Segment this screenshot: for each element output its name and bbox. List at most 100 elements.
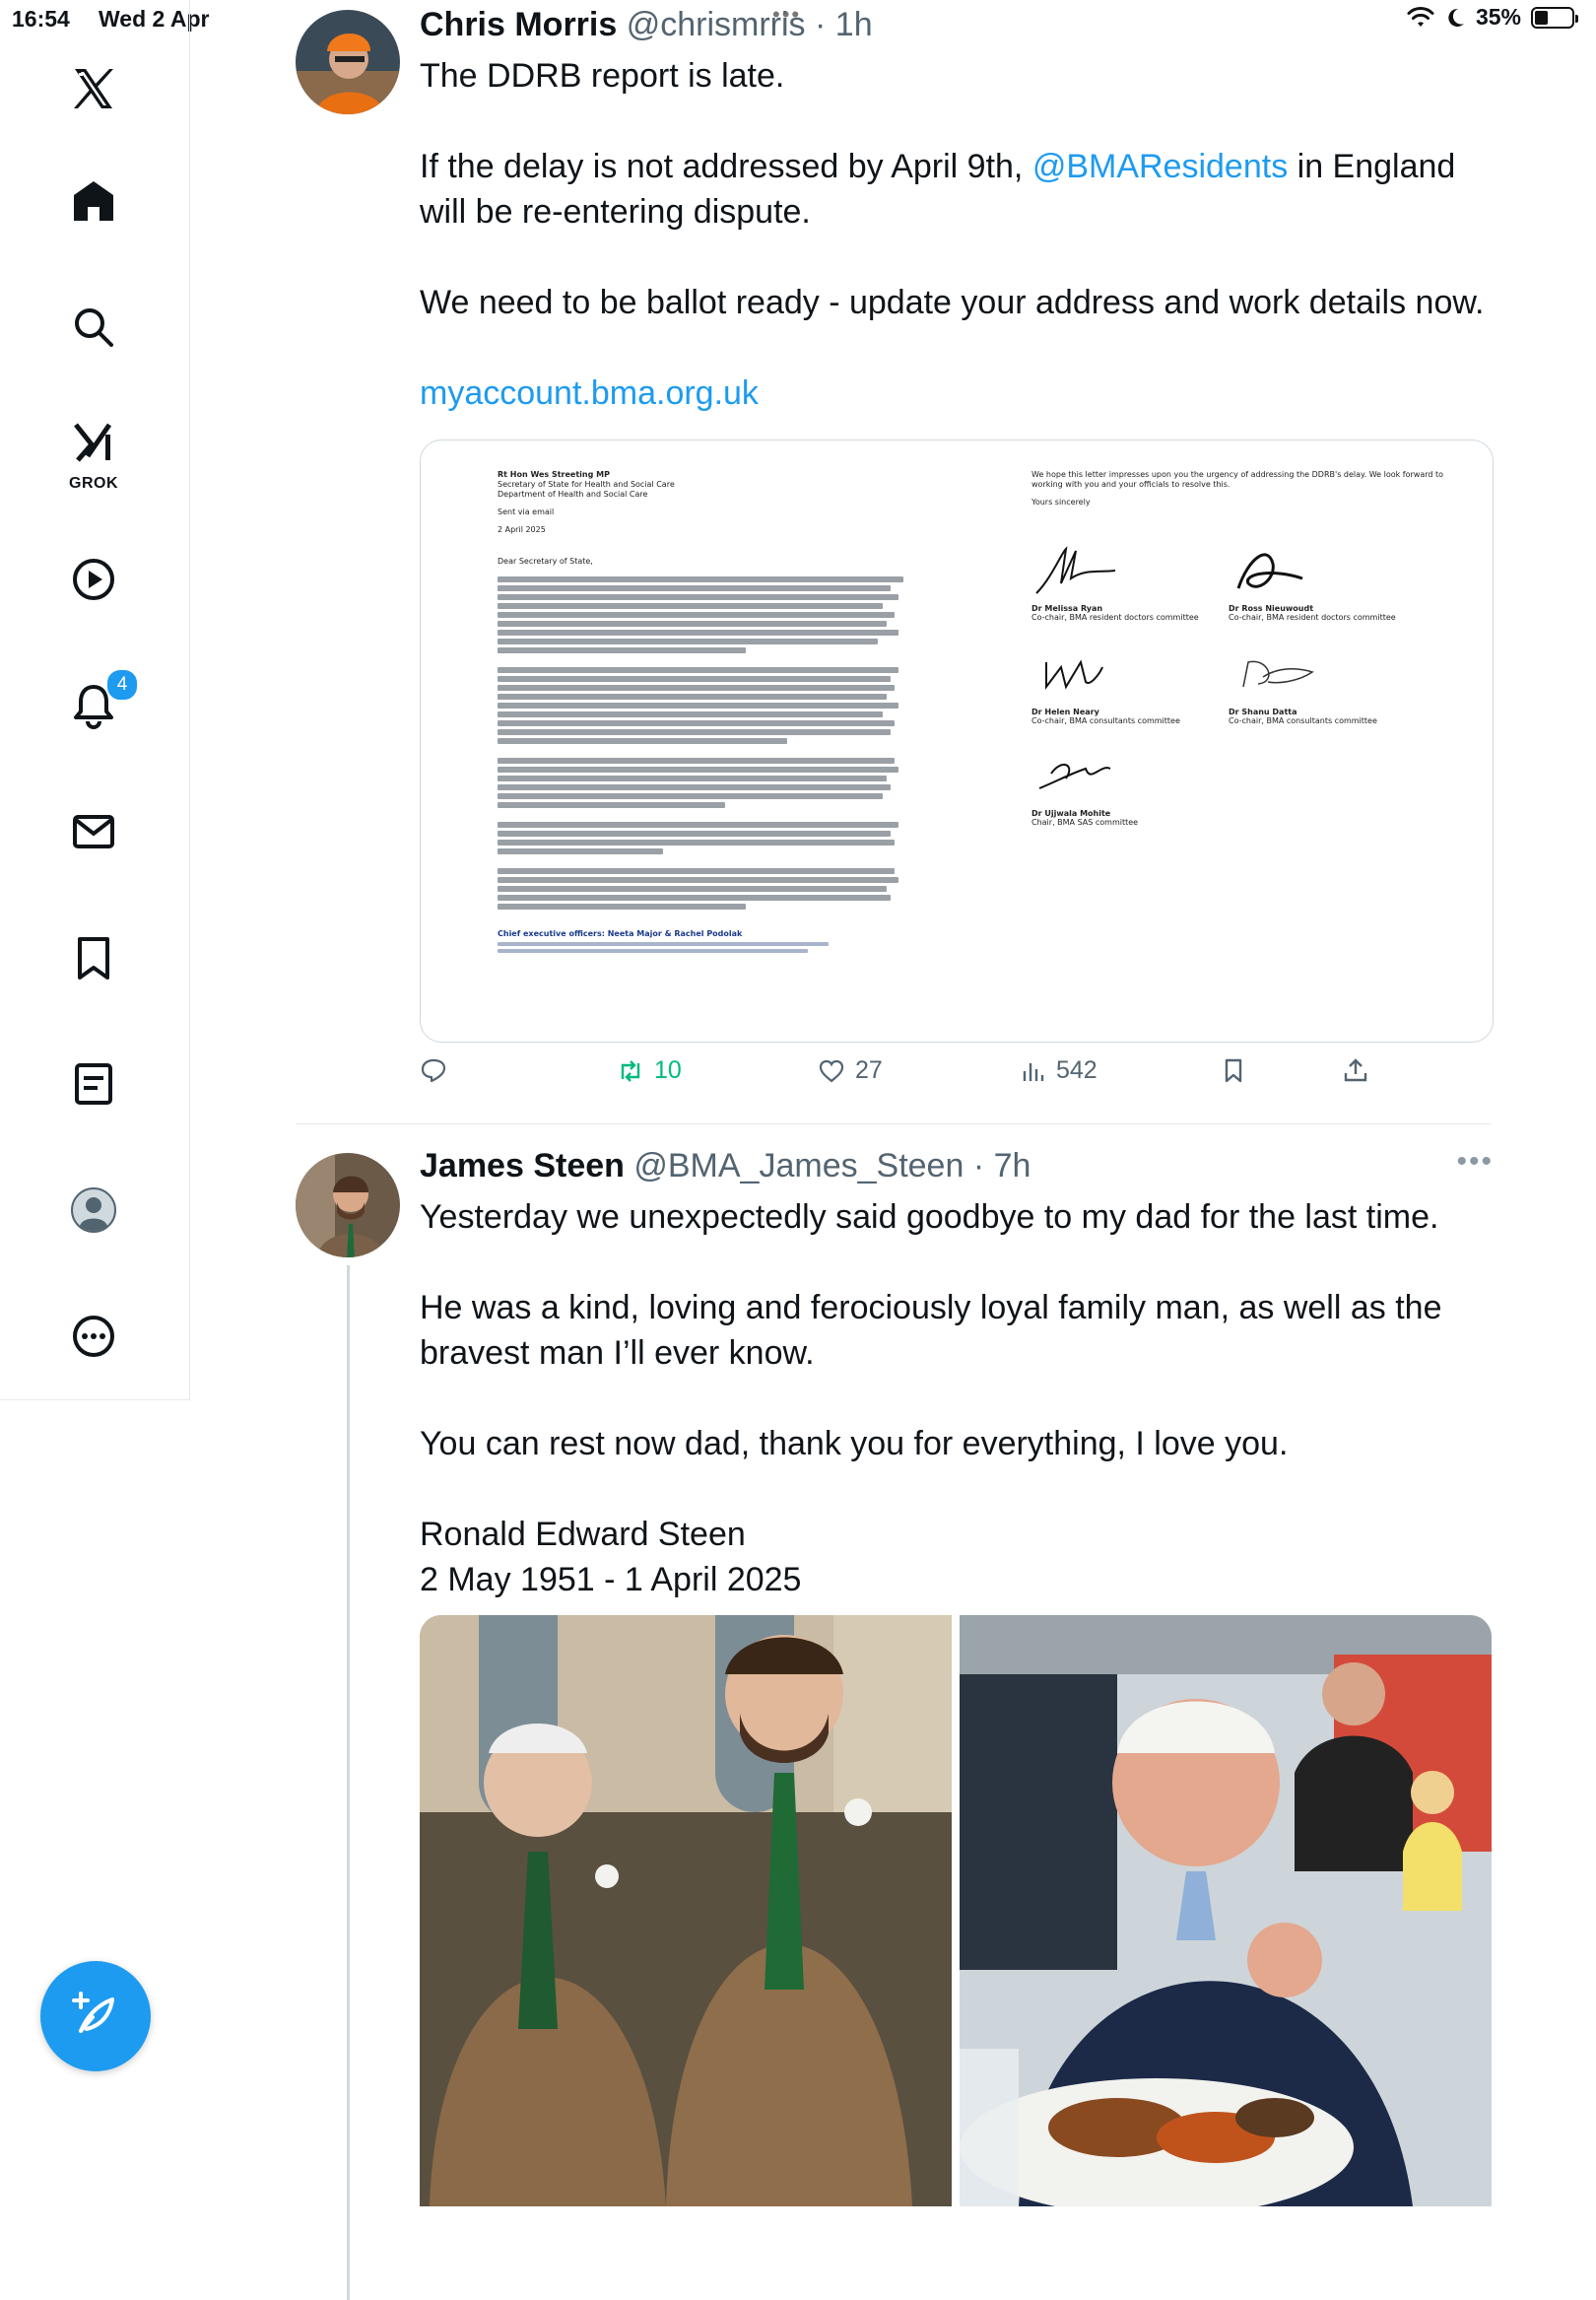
views-icon [1023,1062,1044,1081]
compose-icon [72,1992,114,2033]
signature-image [1242,660,1314,688]
reply-button[interactable] [420,1056,457,1084]
thread-line [347,1265,350,2300]
bookmark-button[interactable] [1220,1056,1247,1084]
sidebar-item-messages[interactable] [54,792,133,871]
x-logo[interactable] [54,49,133,128]
retweet-icon [621,1059,640,1082]
reply-icon [421,1058,446,1083]
views-button[interactable]: 542 [1019,1056,1097,1085]
avatar-image [296,10,400,114]
signatory-name: Dr Helen Neary [1031,708,1099,716]
search-icon [75,308,113,347]
more-options-button[interactable]: ••• [1456,1145,1494,1179]
separator-dot: · [972,1147,985,1184]
letter-footer: Chief executive officers: Neeta Major & … [498,929,743,938]
tweet-text: Yesterday we unexpectedly said goodbye t… [420,1194,1494,1648]
tweet-text-span: 2 May 1951 - 1 April 2025 [420,1561,802,1598]
tweet-time[interactable]: 7h [994,1147,1031,1184]
sidebar-item-grok[interactable]: GROK [54,408,133,499]
grok-icon [74,423,112,462]
sidebar-item-search[interactable] [54,288,133,367]
sidebar-item-notifications[interactable]: 4 [54,666,139,745]
author-name[interactable]: Chris Morris [420,6,617,43]
avatar[interactable] [296,10,400,114]
signatory-name: Dr Melissa Ryan [1031,604,1103,613]
tweet[interactable]: James Steen @BMA_James_Steen · 7h ••• Ye… [296,1145,1494,2300]
author-handle[interactable]: @chrismrris [627,6,806,43]
signature-block: Dr Ujjwala Mohite Chair, BMA SAS committ… [1031,744,1219,827]
like-button[interactable]: 27 [818,1056,883,1085]
signature-block: Dr Shanu Datta Co-chair, BMA consultants… [1229,643,1416,725]
lists-icon [75,1063,112,1105]
signature-image [1035,546,1116,594]
author-handle[interactable]: @BMA_James_Steen [633,1147,964,1184]
tweet-paragraph: The DDRB report is late. [420,57,785,95]
video-icon [73,559,114,600]
sidebar-item-video[interactable] [54,540,133,619]
tweet-text: The DDRB report is late. If the delay is… [420,53,1494,461]
signature-image [1236,553,1303,589]
sidebar-item-lists[interactable] [54,1045,133,1123]
compose-button[interactable] [40,1961,151,2071]
sidebar: GROK 4 [0,0,190,1400]
separator-dot: · [815,6,827,43]
tweet-divider [296,1123,1492,1124]
battery-icon [1531,6,1578,29]
bookmark-icon [1225,1058,1242,1083]
signatory-role: Co-chair, BMA resident doctors committee [1229,613,1396,622]
letter-image[interactable]: Rt Hon Wes Streeting MP Secretary of Sta… [420,440,1494,1043]
tweet-paragraph: You can rest now dad, thank you for ever… [420,1425,1289,1462]
grok-label: GROK [69,475,118,492]
battery-fill [1535,10,1548,25]
tweet-paragraph: Ronald Edward Steen 2 May 1951 - 1 April … [420,1512,1494,1602]
bookmark-icon [78,937,109,980]
share-button[interactable] [1342,1056,1369,1084]
author-name[interactable]: James Steen [420,1147,625,1184]
notifications-badge: 4 [105,668,139,702]
letter-signoff: Yours sincerely [1031,498,1091,507]
tweet-text-span: Ronald Edward Steen [420,1516,746,1553]
letter-salutation: Dear Secretary of State, [498,557,593,566]
tweet-actions: 10 27 542 [420,1056,1405,1096]
letter-addressee: Secretary of State for Health and Social… [498,480,675,489]
tweet-header: Chris Morris @chrismrris · 1h [420,6,873,44]
signatory-role: Chair, BMA SAS committee [1031,818,1139,827]
retweet-count: 10 [654,1056,682,1084]
tweet-paragraph: Yesterday we unexpectedly said goodbye t… [420,1198,1439,1236]
sidebar-item-home[interactable] [54,162,133,240]
photo-grid [420,1615,1492,2206]
letter-closing: We hope this letter impresses upon you t… [1031,470,1444,489]
retweet-button[interactable]: 10 [617,1056,682,1085]
sidebar-item-profile[interactable] [54,1171,133,1250]
signature-block: Dr Melissa Ryan Co-chair, BMA resident d… [1031,539,1219,622]
avatar[interactable] [296,1153,400,1257]
letter-body-placeholder [498,576,911,910]
signature-block: Dr Helen Neary Co-chair, BMA consultants… [1031,643,1219,725]
letter-sent-via: Sent via email [498,507,555,516]
tweet[interactable]: Chris Morris @chrismrris · 1h The DDRB r… [296,6,1494,1119]
letter-addressee: Rt Hon Wes Streeting MP [498,470,610,479]
x-logo-icon [74,69,113,108]
tweet-paragraph: He was a kind, loving and ferociously lo… [420,1289,1442,1372]
signature-image [1038,764,1111,789]
photo-right[interactable] [960,1615,1492,2206]
sidebar-item-more[interactable] [54,1297,133,1376]
heart-icon [819,1059,844,1082]
sidebar-item-bookmarks[interactable] [54,918,133,997]
signature-image [1045,659,1103,690]
tweet-header: James Steen @BMA_James_Steen · 7h [420,1147,1031,1185]
signatory-name: Dr Ross Nieuwoudt [1229,604,1314,613]
tweet-time[interactable]: 1h [835,6,873,43]
profile-icon [71,1187,116,1233]
signatory-name: Dr Ujjwala Mohite [1031,809,1111,818]
mention-link[interactable]: @BMAResidents [1032,148,1288,185]
letter-date: 2 April 2025 [498,525,546,534]
url-link[interactable]: myaccount.bma.org.uk [420,374,759,412]
view-count: 542 [1056,1056,1097,1084]
photo-left[interactable] [420,1615,952,2206]
tweet-paragraph: myaccount.bma.org.uk [420,371,1494,416]
tweet-text-span: If the delay is not addressed by April 9… [420,148,1032,185]
signatory-role: Co-chair, BMA resident doctors committee [1031,613,1199,622]
mail-icon [73,815,114,848]
